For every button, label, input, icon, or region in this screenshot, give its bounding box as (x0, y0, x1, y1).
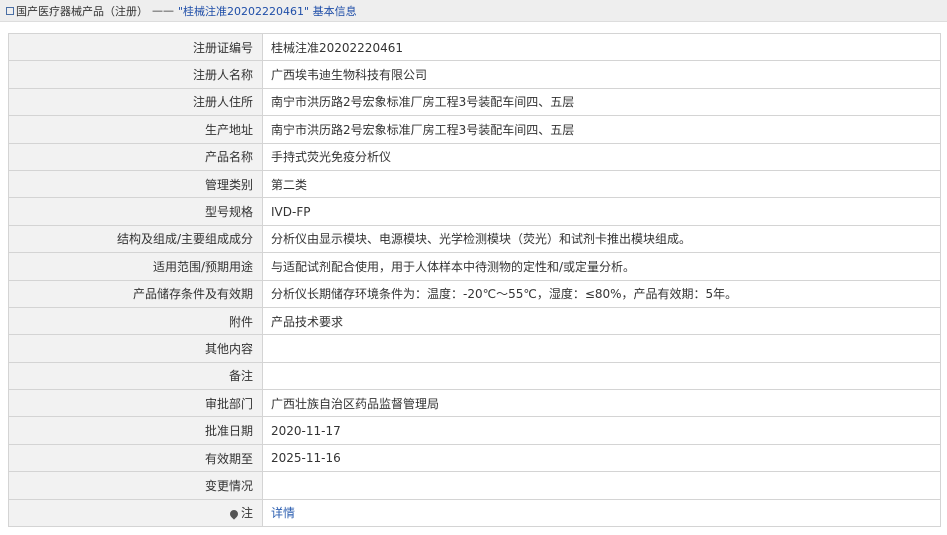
table-row: 生产地址 南宁市洪历路2号宏象标准厂房工程3号装配车间四、五层 (8, 115, 941, 144)
table-row: 结构及组成/主要组成成分 分析仪由显示模块、电源模块、光学检测模块（荧光）和试剂卡… (8, 224, 941, 254)
details-link[interactable]: 详情 (271, 506, 295, 520)
note-label-cell: 注 (8, 498, 263, 528)
table-row: 审批部门 广西壮族自治区药品监督管理局 (8, 389, 941, 418)
table-row: 型号规格 IVD-FP (8, 197, 941, 226)
row-label: 变更情况 (8, 471, 263, 500)
row-label: 有效期至 (8, 443, 263, 473)
row-label: 审批部门 (8, 389, 263, 418)
row-label: 附件 (8, 306, 263, 336)
row-label: 结构及组成/主要组成成分 (8, 224, 263, 254)
row-label: 管理类别 (8, 169, 263, 199)
row-value: 南宁市洪历路2号宏象标准厂房工程3号装配车间四、五层 (262, 87, 941, 117)
table-row: 批准日期 2020-11-17 (8, 416, 941, 445)
row-value: 广西埃韦迪生物科技有限公司 (262, 60, 941, 89)
row-label: 型号规格 (8, 197, 263, 226)
row-value (262, 361, 941, 391)
breadcrumb-separator: —— (152, 4, 174, 17)
note-row: 注 详情 (8, 498, 941, 528)
table-row: 产品名称 手持式荧光免疫分析仪 (8, 142, 941, 171)
row-value: 2020-11-17 (262, 416, 941, 445)
note-value-cell: 详情 (262, 498, 941, 528)
row-label: 注册人名称 (8, 60, 263, 89)
breadcrumb-root-link[interactable]: 国产医疗器械产品（注册） (16, 3, 148, 19)
row-value: 南宁市洪历路2号宏象标准厂房工程3号装配车间四、五层 (262, 115, 941, 144)
note-label: 注 (240, 506, 253, 521)
pin-icon (228, 508, 240, 520)
table-row: 适用范围/预期用途 与适配试剂配合使用，用于人体样本中待测物的定性和/或定量分析。 (8, 252, 941, 281)
table-row: 注册人名称 广西埃韦迪生物科技有限公司 (8, 60, 941, 89)
row-label: 产品储存条件及有效期 (8, 279, 263, 308)
row-value: 产品技术要求 (262, 306, 941, 336)
row-value (262, 334, 941, 363)
row-value: 广西壮族自治区药品监督管理局 (262, 389, 941, 418)
row-label: 适用范围/预期用途 (8, 252, 263, 281)
table-row: 有效期至 2025-11-16 (8, 443, 941, 473)
table-row: 变更情况 (8, 471, 941, 500)
row-value: 与适配试剂配合使用，用于人体样本中待测物的定性和/或定量分析。 (262, 252, 941, 281)
table-row: 附件 产品技术要求 (8, 306, 941, 336)
row-value: 桂械注准20202220461 (262, 32, 941, 62)
info-table: 注册证编号 桂械注准20202220461 注册人名称 广西埃韦迪生物科技有限公司 … (8, 32, 941, 528)
row-value: IVD-FP (262, 197, 941, 226)
table-row: 其他内容 (8, 334, 941, 363)
row-value: 第二类 (262, 169, 941, 199)
row-value: 手持式荧光免疫分析仪 (262, 142, 941, 171)
row-label: 产品名称 (8, 142, 263, 171)
row-label: 批准日期 (8, 416, 263, 445)
breadcrumb-current: "桂械注准20202220461" 基本信息 (178, 4, 357, 18)
row-value: 2025-11-16 (262, 443, 941, 473)
row-value (262, 471, 941, 500)
row-label: 注册证编号 (8, 32, 263, 62)
table-row: 产品储存条件及有效期 分析仪长期储存环境条件为：温度：-20℃～55℃，湿度：≤8… (8, 279, 941, 308)
row-value: 分析仪由显示模块、电源模块、光学检测模块（荧光）和试剂卡推出模块组成。 (262, 224, 941, 254)
home-square-icon (6, 6, 14, 15)
row-value: 分析仪长期储存环境条件为：温度：-20℃～55℃，湿度：≤80%，产品有效期：5… (262, 279, 941, 308)
table-row: 注册证编号 桂械注准20202220461 (8, 32, 941, 62)
table-row: 注册人住所 南宁市洪历路2号宏象标准厂房工程3号装配车间四、五层 (8, 87, 941, 117)
row-label: 注册人住所 (8, 87, 263, 117)
table-row: 管理类别 第二类 (8, 169, 941, 199)
row-label: 备注 (8, 361, 263, 391)
row-label: 生产地址 (8, 115, 263, 144)
row-label: 其他内容 (8, 334, 263, 363)
table-row: 备注 (8, 361, 941, 391)
breadcrumb: 国产医疗器械产品（注册） —— "桂械注准20202220461" 基本信息 (0, 0, 947, 22)
